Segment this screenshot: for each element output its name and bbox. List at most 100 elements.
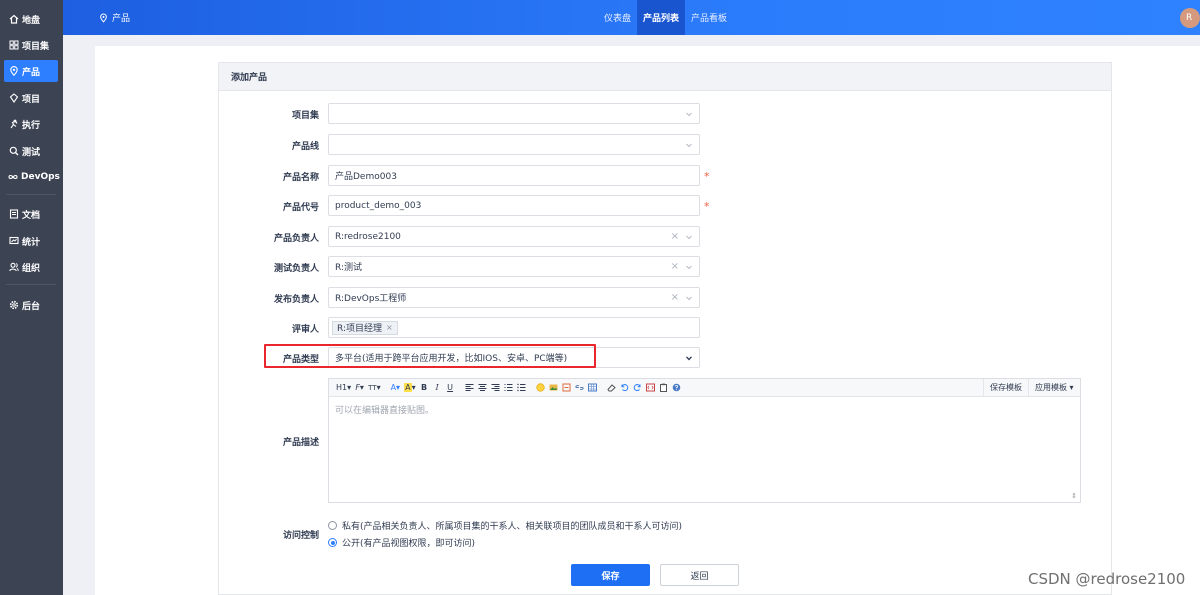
field-label-code: 产品代号: [282, 203, 319, 213]
sidebar-divider: [6, 194, 56, 195]
field-label-desc: 产品描述: [282, 438, 319, 448]
table-icon[interactable]: [587, 381, 598, 395]
field-label-rd: 发布负责人: [273, 295, 319, 305]
reviewer-tag: R:项目经理 ×: [332, 320, 398, 335]
sidebar-item-home[interactable]: 地盘: [4, 8, 58, 30]
clear-icon[interactable]: ×: [671, 292, 679, 303]
release-owner-select[interactable]: R:DevOps工程师 ×: [328, 287, 700, 308]
watermark: CSDN @redrose2100: [1028, 570, 1186, 588]
sidebar-item-label: 项目集: [22, 41, 50, 52]
emoji-icon[interactable]: [535, 381, 546, 395]
reviewer-multiselect[interactable]: R:项目经理 ×: [328, 317, 700, 338]
align-left-icon[interactable]: [464, 381, 475, 395]
link-icon[interactable]: [574, 381, 585, 395]
sidebar-item-label: 项目: [22, 94, 41, 105]
sidebar-item-label: DevOps: [21, 172, 60, 182]
chevron-down-icon: [685, 141, 693, 149]
resize-handle-icon[interactable]: ⇕: [1071, 492, 1077, 500]
gear-icon: [8, 300, 19, 311]
sidebar-item-product[interactable]: 产品: [4, 60, 58, 82]
undo-icon[interactable]: [619, 381, 630, 395]
field-label-po: 产品负责人: [273, 234, 319, 244]
sidebar-item-devops[interactable]: DevOps: [4, 166, 60, 188]
sidebar-item-admin[interactable]: 后台: [4, 294, 58, 316]
acl-option-private[interactable]: 私有(产品相关负责人、所属项目集的干系人、相关联项目的团队成员和干系人可访问): [328, 519, 682, 532]
redo-icon[interactable]: [632, 381, 643, 395]
chevron-down-icon: [685, 263, 693, 271]
sidebar-item-label: 测试: [22, 147, 41, 158]
test-owner-select[interactable]: R:测试 ×: [328, 256, 700, 277]
back-button[interactable]: 返回: [660, 564, 739, 586]
sidebar: 地盘 项目集 产品 项目 执行 测试 DevOps 文档 统计 组织 后台: [0, 0, 63, 595]
sidebar-item-label: 文档: [22, 210, 41, 221]
sidebar-item-label: 产品: [22, 67, 41, 78]
description-editor[interactable]: H1 ▾ F ▾ TT ▾ A▾ A ▾ B I U 保存模板 应用模板 ▾ 可以在编辑…: [328, 378, 1081, 503]
sidebar-item-stats[interactable]: 统计: [4, 230, 58, 252]
sidebar-item-execution[interactable]: 执行: [4, 113, 58, 135]
heading-button[interactable]: H1 ▾: [335, 381, 352, 395]
sidebar-item-program[interactable]: 项目集: [4, 34, 58, 56]
radio-public[interactable]: [328, 538, 337, 547]
apply-template-button[interactable]: 应用模板 ▾: [1028, 379, 1080, 396]
eraser-icon[interactable]: [606, 381, 617, 395]
users-icon: [8, 262, 19, 273]
avatar[interactable]: R: [1180, 8, 1200, 28]
field-label-line: 产品线: [291, 142, 319, 152]
program-select[interactable]: [328, 103, 700, 124]
underline-button[interactable]: U: [445, 381, 456, 395]
sidebar-item-project[interactable]: 项目: [4, 87, 58, 109]
field-label-reviewer: 评审人: [291, 325, 319, 335]
help-icon[interactable]: [671, 381, 682, 395]
product-code-input[interactable]: product_demo_003: [328, 195, 700, 216]
clear-icon[interactable]: ×: [671, 231, 679, 242]
italic-button[interactable]: I: [432, 381, 443, 395]
editor-placeholder: 可以在编辑器直接贴图。: [335, 406, 435, 416]
sidebar-item-label: 组织: [22, 263, 41, 274]
font-color-button[interactable]: A▾: [390, 381, 402, 395]
location-pin-icon: [8, 66, 19, 77]
bold-button[interactable]: B: [419, 381, 430, 395]
save-button[interactable]: 保存: [571, 564, 650, 586]
nav-dashboard[interactable]: 仪表盘: [598, 0, 637, 35]
align-center-icon[interactable]: [477, 381, 488, 395]
tag-remove-icon[interactable]: ×: [386, 323, 393, 332]
save-template-button[interactable]: 保存模板: [983, 379, 1028, 396]
sidebar-item-test[interactable]: 测试: [4, 140, 58, 162]
field-label-qd: 测试负责人: [273, 264, 319, 274]
grid-icon: [8, 40, 19, 51]
product-name-input[interactable]: 产品Demo003: [328, 165, 700, 186]
breadcrumb[interactable]: 产品: [99, 11, 130, 24]
align-right-icon[interactable]: [490, 381, 501, 395]
sidebar-item-doc[interactable]: 文档: [4, 203, 58, 225]
code-icon[interactable]: [645, 381, 656, 395]
nav-product-list[interactable]: 产品列表: [637, 0, 686, 35]
required-marker: *: [704, 170, 710, 183]
file-icon[interactable]: [561, 381, 572, 395]
unordered-list-icon[interactable]: [516, 381, 527, 395]
clear-icon[interactable]: ×: [671, 261, 679, 272]
field-label-program: 项目集: [291, 111, 319, 121]
sidebar-item-label: 统计: [22, 237, 41, 248]
project-icon: [8, 93, 19, 104]
product-line-select[interactable]: [328, 134, 700, 155]
breadcrumb-label: 产品: [112, 14, 131, 24]
top-nav: 仪表盘 产品列表 产品看板: [598, 0, 733, 35]
sidebar-item-org[interactable]: 组织: [4, 256, 58, 278]
paste-icon[interactable]: [658, 381, 669, 395]
image-icon[interactable]: [548, 381, 559, 395]
field-label-acl: 访问控制: [282, 531, 319, 541]
font-family-button[interactable]: F ▾: [354, 381, 365, 395]
ordered-list-icon[interactable]: [503, 381, 514, 395]
highlight-annotation-box: [264, 344, 596, 368]
background-color-button[interactable]: A ▾: [403, 381, 417, 395]
font-size-button[interactable]: TT ▾: [367, 381, 381, 395]
radio-private[interactable]: [328, 521, 337, 530]
acl-option-public[interactable]: 公开(有产品视图权限，即可访问): [328, 536, 475, 549]
nav-product-kanban[interactable]: 产品看板: [685, 0, 733, 35]
sidebar-item-label: 执行: [22, 120, 41, 131]
sidebar-item-label: 地盘: [22, 15, 41, 26]
chevron-down-icon: [685, 354, 693, 362]
chevron-down-icon: [685, 294, 693, 302]
chevron-down-icon: [685, 110, 693, 118]
product-owner-select[interactable]: R:redrose2100 ×: [328, 226, 700, 247]
